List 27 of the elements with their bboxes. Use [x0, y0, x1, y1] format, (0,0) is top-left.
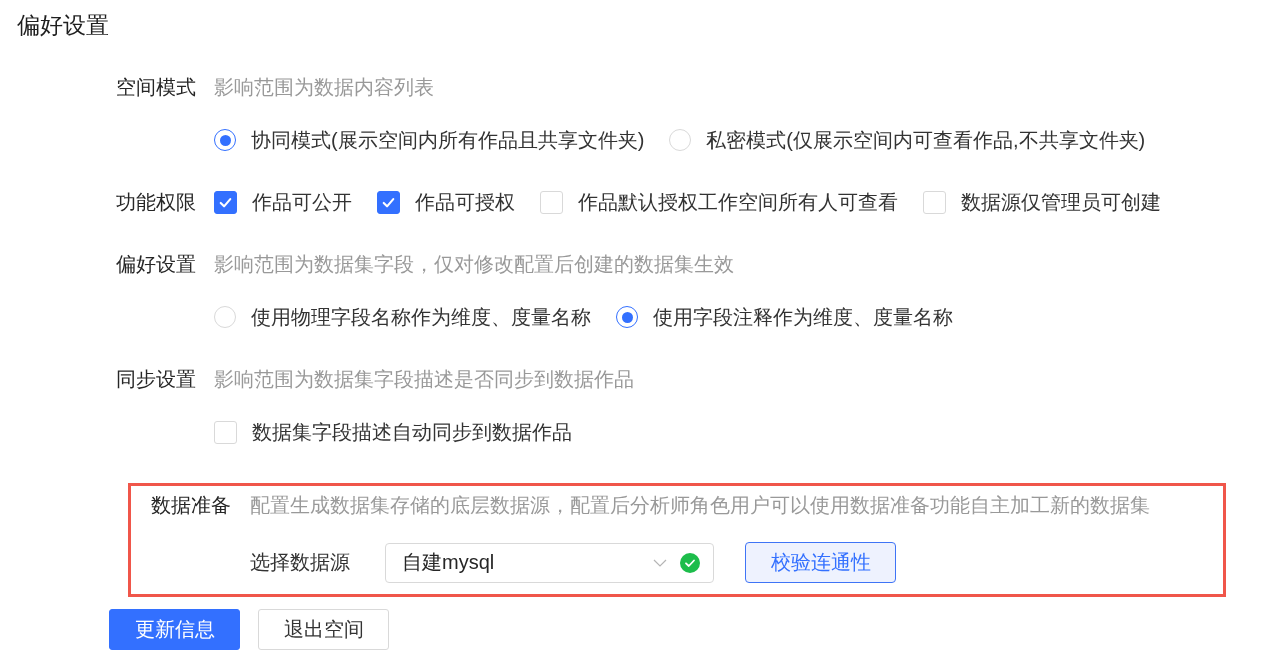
setting-hint: 影响范围为数据集字段，仅对修改配置后创建的数据集生效	[214, 252, 734, 277]
update-button[interactable]: 更新信息	[109, 609, 240, 650]
radio-option[interactable]: 协同模式(展示空间内所有作品且共享文件夹)	[214, 124, 645, 156]
checkbox-option[interactable]: 数据源仅管理员可创建	[923, 186, 1161, 218]
field-label: 选择数据源	[250, 550, 350, 575]
checkbox-option[interactable]: 作品可公开	[214, 186, 352, 218]
setting-hint: 配置生成数据集存储的底层数据源，配置后分析师角色用户可以使用数据准备功能自主加工新的数据集	[250, 493, 1150, 518]
page-title: 偏好设置	[17, 11, 109, 40]
checkbox-option[interactable]: 作品默认授权工作空间所有人可查看	[540, 186, 898, 218]
setting-label: 偏好设置	[116, 252, 196, 277]
setting-hint: 影响范围为数据内容列表	[214, 75, 434, 100]
radio-option[interactable]: 使用物理字段名称作为维度、度量名称	[214, 301, 591, 333]
checkbox-icon[interactable]	[377, 190, 400, 214]
setting-label: 数据准备	[151, 493, 231, 518]
setting-label: 功能权限	[116, 190, 196, 215]
checkbox-icon[interactable]	[214, 190, 237, 214]
setting-label: 空间模式	[116, 75, 196, 100]
radio-option[interactable]: 私密模式(仅展示空间内可查看作品,不共享文件夹)	[669, 124, 1146, 156]
radio-option[interactable]: 使用字段注释作为维度、度量名称	[616, 301, 953, 333]
chevron-down-icon	[653, 558, 667, 567]
exit-button[interactable]: 退出空间	[258, 609, 389, 650]
verify-button[interactable]: 校验连通性	[745, 542, 896, 583]
checkbox-option[interactable]: 作品可授权	[377, 186, 515, 218]
select-field[interactable]: 自建mysql	[385, 542, 714, 583]
setting-label: 同步设置	[116, 367, 196, 392]
setting-hint: 影响范围为数据集字段描述是否同步到数据作品	[214, 367, 634, 392]
checkbox-option[interactable]: 数据集字段描述自动同步到数据作品	[214, 416, 572, 448]
